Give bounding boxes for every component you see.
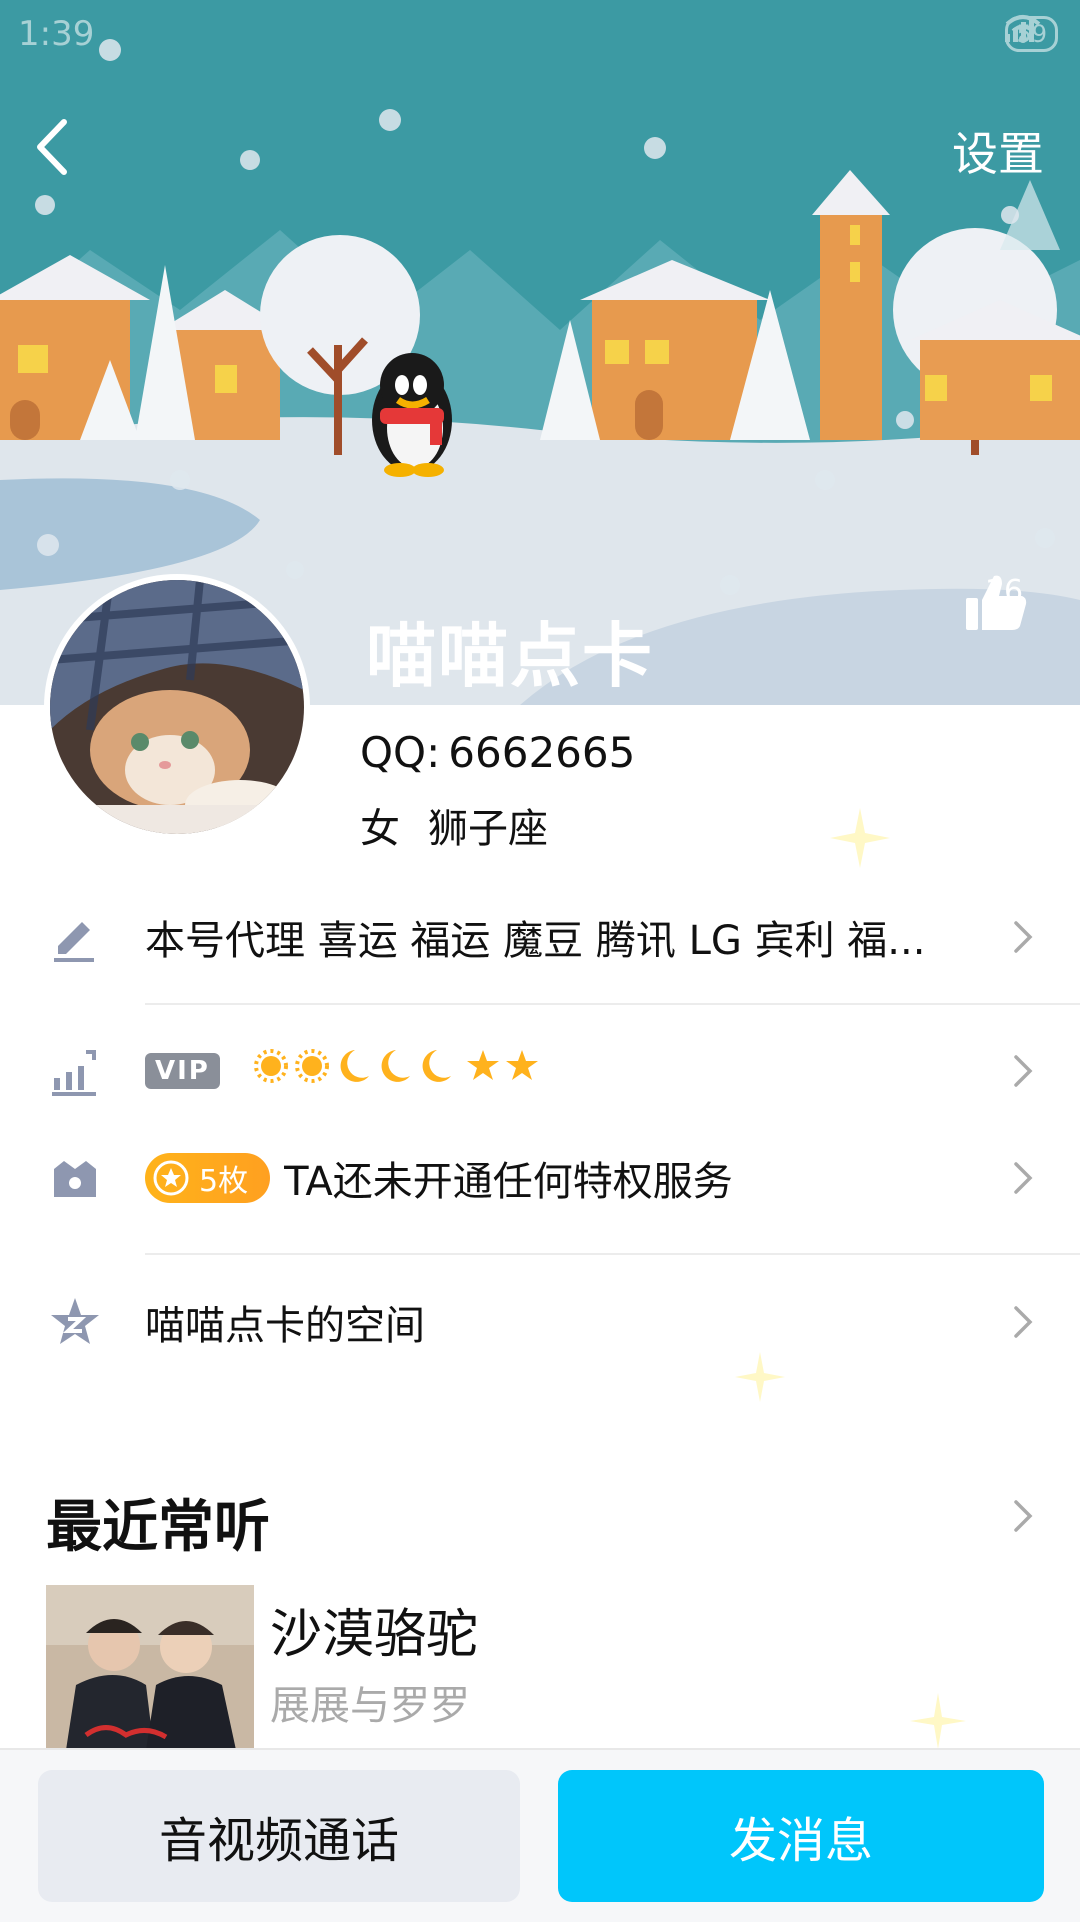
coin-badge: 5枚 (145, 1153, 271, 1203)
recent-listening-title: 最近常听 (46, 1495, 270, 1560)
status-icons: 59 (1005, 14, 1058, 54)
avatar[interactable] (44, 574, 310, 840)
qzone-space-row[interactable]: 喵喵点卡的空间 (0, 1267, 1080, 1377)
qq-label: QQ: (360, 728, 441, 777)
chevron-right-icon (1014, 1055, 1033, 1087)
bottom-action-bar: 音视频通话 发消息 (0, 1748, 1080, 1922)
edit-pencil-icon (54, 922, 94, 962)
thumbs-up-icon (966, 575, 1027, 630)
qq-number-line: QQ: 6662665 (360, 728, 635, 777)
back-button[interactable] (24, 112, 94, 182)
album-cover[interactable] (46, 1585, 254, 1750)
signature-text: 本号代理 喜运 福运 魔豆 腾讯 LG 宾利 福... (145, 918, 926, 964)
chevron-right-icon (1014, 1306, 1033, 1338)
sparkle-icon (910, 1693, 966, 1749)
star-icon (466, 1050, 499, 1080)
qzone-space-label: 喵喵点卡的空间 (145, 1303, 425, 1349)
privilege-text: TA还未开通任何特权服务 (284, 1159, 733, 1205)
status-bar: 1:39 59 (0, 0, 1080, 70)
song-title[interactable]: 沙漠骆驼 (270, 1592, 478, 1667)
status-time: 1:39 (18, 14, 95, 54)
star-icon (505, 1050, 538, 1080)
qq-number: 6662665 (448, 728, 636, 777)
vip-level-content: VIP (145, 1046, 541, 1096)
crown-icon (54, 1161, 96, 1197)
chevron-left-icon (37, 119, 67, 175)
cat-avatar-image (50, 580, 304, 834)
vip-level-icons (251, 1046, 541, 1096)
gender-constellation-line: 女狮子座 (360, 796, 548, 854)
signature-row[interactable]: 本号代理 喜运 福运 魔豆 腾讯 LG 宾利 福... (0, 882, 1080, 992)
coin-count: 5枚 (199, 1164, 249, 1199)
moon-icon (340, 1050, 369, 1082)
sun-icon (294, 1049, 329, 1083)
divider (145, 1003, 1080, 1005)
moon-icon (422, 1050, 451, 1082)
divider (145, 1253, 1080, 1255)
gender: 女 (360, 806, 400, 852)
like-button[interactable]: 16 (964, 570, 1044, 630)
chevron-right-icon (1014, 1162, 1033, 1194)
song-artist: 展展与罗罗 (270, 1683, 470, 1729)
album-cover-image (46, 1585, 254, 1750)
vip-badge: VIP (145, 1053, 220, 1089)
audio-video-call-button[interactable]: 音视频通话 (38, 1770, 520, 1902)
level-growth-icon (52, 1050, 96, 1096)
privilege-row[interactable]: 5枚 TA还未开通任何特权服务 (0, 1123, 1080, 1233)
nickname: 喵喵点卡 (366, 615, 654, 697)
constellation: 狮子座 (428, 806, 548, 852)
chevron-right-icon (1014, 921, 1033, 953)
settings-button[interactable]: 设置 (952, 118, 1044, 184)
chevron-right-icon[interactable] (1010, 1496, 1036, 1536)
sparkle-icon (830, 808, 890, 868)
wifi-icon (1006, 15, 1041, 43)
privilege-content: 5枚 TA还未开通任何特权服务 (145, 1149, 733, 1207)
moon-icon (381, 1050, 410, 1082)
coin-icon (153, 1160, 189, 1196)
vip-level-row[interactable]: VIP (0, 1016, 1080, 1126)
sun-icon (253, 1049, 288, 1083)
qzone-star-icon (51, 1298, 99, 1344)
send-message-button[interactable]: 发消息 (558, 1770, 1044, 1902)
